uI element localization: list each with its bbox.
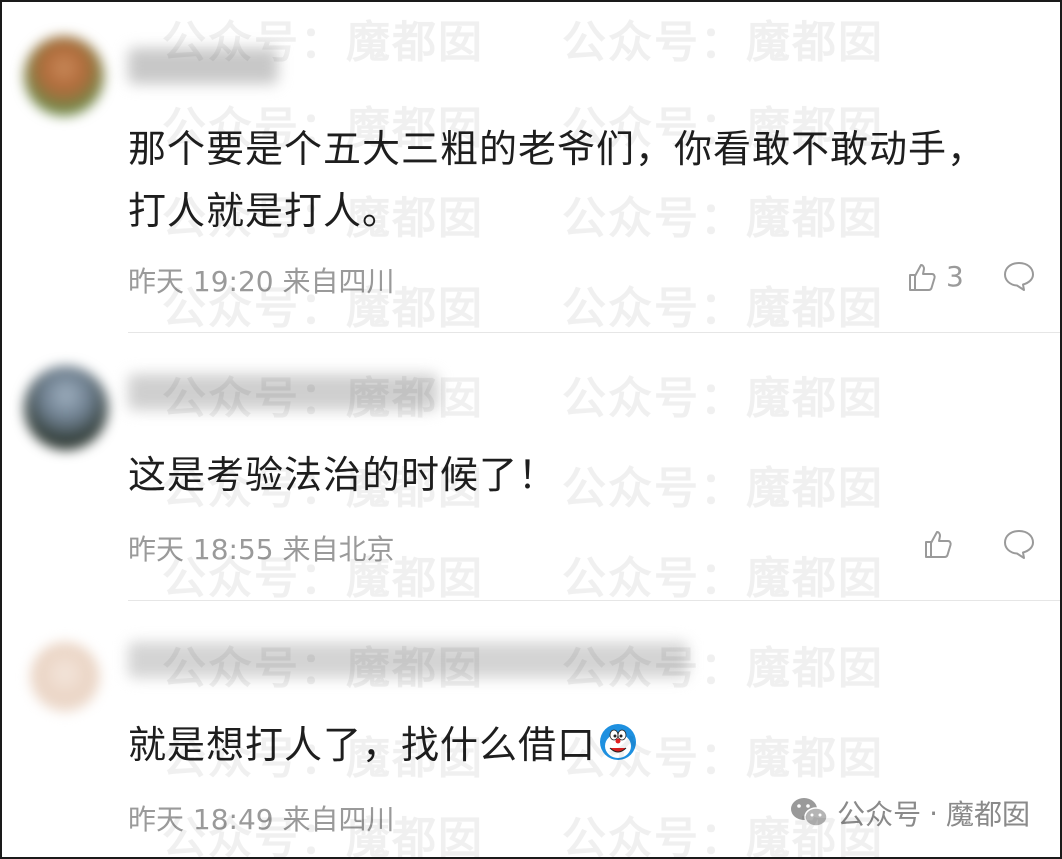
avatar[interactable] <box>30 642 100 712</box>
speech-bubble-icon <box>1004 530 1034 559</box>
reply-button[interactable] <box>1002 528 1036 564</box>
comment-location: 来自四川 <box>282 265 395 298</box>
doraemon-emoji-icon <box>598 718 638 780</box>
signature-dot: · <box>929 796 938 830</box>
avatar[interactable] <box>24 36 104 116</box>
signature-label: 公众号 <box>837 798 922 831</box>
like-count: 3 <box>946 260 964 293</box>
username-blurred[interactable] <box>128 642 688 678</box>
divider <box>128 332 1060 333</box>
watermark-text: 公众号：魔都囡 <box>562 17 884 68</box>
comment-meta: 昨天 19:20 来自四川 <box>128 260 395 300</box>
wechat-icon <box>791 798 828 827</box>
signature-name: 魔都囡 <box>945 798 1030 831</box>
username-blurred[interactable] <box>128 48 278 84</box>
speech-bubble-icon <box>1004 262 1034 291</box>
watermark-text: 公众号：魔都囡 <box>562 373 884 424</box>
comment-time: 昨天 18:55 <box>128 533 274 566</box>
thumbs-up-icon <box>925 531 952 558</box>
account-signature: 公众号 · 魔都囡 <box>789 793 1030 833</box>
divider <box>128 600 1060 601</box>
comment-time: 昨天 18:49 <box>128 803 274 836</box>
watermark-text: 公众号：魔都囡 <box>562 553 884 604</box>
comment-text-content: 就是想打人了，找什么借口 <box>128 723 597 767</box>
comment-text: 就是想打人了，找什么借口 <box>128 714 1008 780</box>
like-button[interactable]: 3 <box>906 260 964 293</box>
comment-text: 那个要是个五大三粗的老爷们，你看敢不敢动手，打人就是打人。 <box>128 127 987 233</box>
watermark-text: 公众号：魔都囡 <box>562 283 884 334</box>
avatar[interactable] <box>24 366 108 450</box>
comment-text: 这是考验法治的时候了！ <box>128 453 558 497</box>
thumbs-up-icon <box>909 263 936 291</box>
reply-button[interactable] <box>1002 260 1036 296</box>
username-blurred[interactable] <box>128 374 438 410</box>
like-button[interactable] <box>922 528 962 560</box>
comment-meta: 昨天 18:55 来自北京 <box>128 528 395 568</box>
comment-time: 昨天 19:20 <box>128 265 274 298</box>
comment-screenshot: 那个要是个五大三粗的老爷们，你看敢不敢动手，打人就是打人。 昨天 19:20 来… <box>0 0 1062 859</box>
comment-location: 来自四川 <box>282 803 395 836</box>
comment-location: 来自北京 <box>282 533 395 566</box>
comment-meta: 昨天 18:49 来自四川 <box>128 798 395 838</box>
